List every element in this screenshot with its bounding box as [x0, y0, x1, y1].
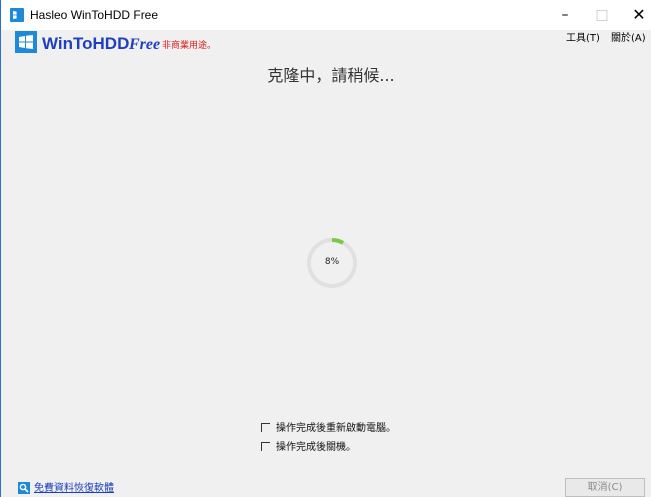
- brand-name: WinToHDD: [42, 34, 130, 53]
- search-icon: [18, 482, 30, 494]
- menu-tools[interactable]: 工具(T): [566, 33, 600, 45]
- data-recovery-link[interactable]: 免費資料恢復軟體: [34, 482, 114, 495]
- windows-logo-icon: [15, 31, 37, 53]
- maximize-button: □: [595, 7, 609, 23]
- shutdown-checkbox[interactable]: [261, 442, 270, 451]
- progress-percent: 8%: [324, 257, 340, 267]
- cancel-button[interactable]: 取消(C): [565, 478, 645, 497]
- window-title: Hasleo WinToHDD Free: [30, 8, 159, 22]
- brand-edition: Free: [129, 36, 161, 53]
- close-button[interactable]: ✕: [619, 0, 651, 30]
- progress-ring-fill: [331, 238, 345, 245]
- minimize-button[interactable]: –: [545, 0, 585, 30]
- app-window: Hasleo WinToHDD Free – □ ✕ WinToHDD Free…: [0, 0, 651, 497]
- restart-checkbox[interactable]: [261, 423, 270, 432]
- brand-note: 非商業用途。: [162, 41, 217, 51]
- shutdown-option-label: 操作完成後關機。: [276, 442, 356, 453]
- menu-about[interactable]: 關於(A): [611, 33, 646, 45]
- title-bar[interactable]: Hasleo WinToHDD Free – □ ✕: [1, 0, 651, 30]
- status-title: 克隆中，請稍候...: [267, 66, 395, 85]
- app-icon: [10, 8, 24, 22]
- restart-option-label: 操作完成後重新啟動電腦。: [276, 423, 396, 434]
